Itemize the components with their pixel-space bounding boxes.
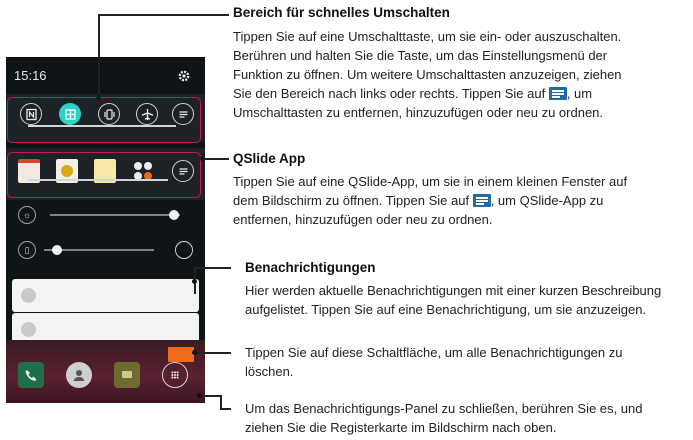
clear-all-button[interactable] — [168, 347, 194, 362]
edit-list-icon — [548, 87, 567, 100]
text-line: Tippen Sie auf eine QSlide-App, um sie i… — [233, 174, 628, 189]
section-body-qslide: Tippen Sie auf eine QSlide-App, um sie i… — [233, 172, 693, 229]
section-heading-qslide: QSlide App — [233, 151, 306, 166]
section-heading-quick-toggle: Bereich für schnelles Umschalten — [233, 5, 450, 20]
messaging-app-icon[interactable] — [114, 362, 140, 388]
callout-dot — [197, 393, 202, 398]
callout-line — [194, 352, 231, 354]
text-line: Tippen Sie auf eine Umschalttaste, um si… — [233, 29, 622, 44]
notification-icon — [21, 322, 36, 337]
status-clock: 15:16 — [14, 68, 47, 83]
status-bar: 15:16 — [6, 57, 205, 89]
callout-line — [98, 14, 229, 16]
callout-dot — [96, 95, 101, 100]
callout-line — [220, 408, 231, 410]
volume-settings-gear-icon[interactable] — [175, 241, 193, 259]
text-line: Um das Benachrichtigungs-Panel zu schlie… — [245, 401, 643, 416]
brightness-knob[interactable] — [168, 210, 179, 220]
text-line: dem Bildschirm zu öffnen. Tippen Sie auf… — [233, 193, 604, 208]
callout-line — [199, 395, 222, 397]
callout-line — [220, 395, 222, 409]
text-line: Hier werden aktuelle Benachrichtigungen … — [245, 283, 662, 298]
callout-line — [194, 267, 231, 269]
section-body-clear: Tippen Sie auf diese Schaltfläche, um al… — [245, 343, 693, 381]
phone-app-icon[interactable] — [18, 362, 44, 388]
text-line: Umschalttasten zu entfernen, hinzuzufüge… — [233, 105, 604, 120]
volume-icon: ▯ — [18, 241, 36, 259]
apps-drawer-icon[interactable] — [162, 362, 188, 388]
text-line: ziehen Sie die Registerkarte im Bildschi… — [245, 420, 557, 435]
callout-line — [98, 14, 100, 97]
section-heading-notifications: Benachrichtigungen — [245, 260, 376, 275]
volume-slider[interactable]: ▯ — [6, 234, 205, 266]
settings-gear-icon[interactable] — [177, 69, 191, 83]
edit-list-icon — [472, 194, 491, 207]
text-line: Funktion zu öffnen. Um weitere Umschaltt… — [233, 67, 622, 82]
notification-icon — [21, 288, 36, 303]
callout-dot — [192, 350, 197, 355]
brightness-track — [50, 214, 180, 216]
quick-toggle-highlight — [7, 97, 201, 143]
text-line: aufgelistet. Tippen Sie auf eine Benachr… — [245, 302, 647, 317]
callout-dot — [200, 156, 205, 161]
notification-item[interactable] — [12, 279, 199, 312]
callout-dot — [192, 279, 197, 284]
text-line: entfernen, hinzuzufügen oder neu zu ordn… — [233, 212, 493, 227]
volume-knob[interactable] — [52, 245, 63, 255]
contacts-app-icon[interactable] — [66, 362, 92, 388]
text-line: Tippen Sie auf diese Schaltfläche, um al… — [245, 345, 623, 360]
brightness-icon: ☼ — [18, 206, 36, 224]
section-body-quick-toggle: Tippen Sie auf eine Umschalttaste, um si… — [233, 27, 693, 122]
section-body-close-panel: Um das Benachrichtigungs-Panel zu schlie… — [245, 399, 693, 437]
text-line: Berühren und halten Sie die Taste, um da… — [233, 48, 608, 63]
section-body-notifications: Hier werden aktuelle Benachrichtigungen … — [245, 281, 693, 319]
callout-line — [202, 158, 229, 160]
brightness-slider[interactable]: ☼ — [6, 199, 205, 231]
text-line: löschen. — [245, 364, 294, 379]
qslide-highlight — [7, 152, 201, 198]
text-line: Sie den Bereich nach links oder rechts. … — [233, 86, 593, 101]
